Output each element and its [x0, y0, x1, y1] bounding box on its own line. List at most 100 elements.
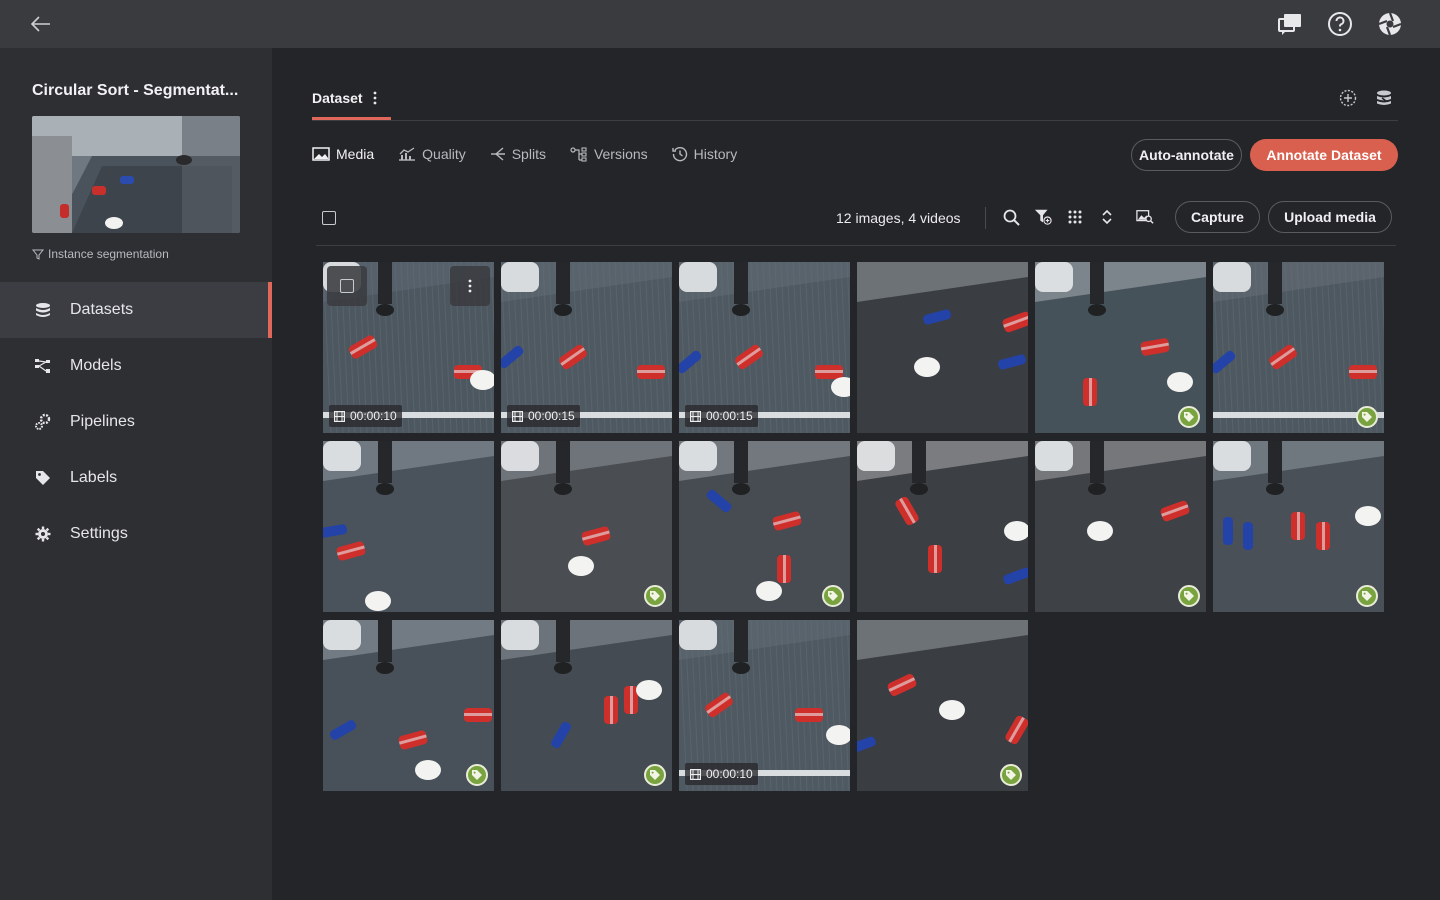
sidebar-item-settings[interactable]: Settings [0, 506, 272, 562]
image-icon [312, 147, 330, 161]
tab-label: Quality [422, 146, 466, 162]
upload-media-button[interactable]: Upload media [1268, 201, 1392, 233]
project-type-label: Instance segmentation [48, 247, 169, 261]
media-video-thumbnail[interactable]: 00:00:10 [679, 620, 850, 791]
thumbnail-scene [1213, 441, 1384, 612]
media-video-thumbnail[interactable]: 00:00:15 [679, 262, 850, 433]
label-icon [1184, 412, 1194, 422]
checkbox-box[interactable] [340, 279, 354, 293]
tab-history[interactable]: History [671, 146, 737, 162]
media-image-thumbnail[interactable] [1035, 441, 1206, 612]
database-icon [34, 301, 52, 319]
sort-icon[interactable] [1098, 206, 1116, 228]
media-video-thumbnail[interactable]: 00:00:15 [501, 262, 672, 433]
tab-label: Media [336, 146, 375, 162]
sidebar-item-datasets[interactable]: Datasets [0, 282, 272, 338]
sidebar-item-pipelines[interactable]: Pipelines [0, 394, 272, 450]
more-vertical-icon [468, 279, 472, 293]
thumbnail-scene [857, 441, 1028, 612]
annotated-tag-icon [1356, 406, 1378, 428]
annotated-tag-icon [1356, 585, 1378, 607]
label-icon [828, 591, 838, 601]
tab-label: Splits [511, 146, 546, 162]
grid-view-icon[interactable] [1066, 206, 1084, 228]
project-thumbnail [32, 116, 240, 233]
quality-chart-icon [399, 147, 416, 161]
top-bar [0, 0, 1440, 48]
video-duration-badge: 00:00:10 [685, 763, 758, 785]
thumbnail-scene [1035, 441, 1206, 612]
thumbnail-scene [1035, 262, 1206, 433]
media-image-thumbnail[interactable] [857, 262, 1028, 433]
label-icon [1006, 770, 1016, 780]
tab-versions[interactable]: Versions [570, 146, 648, 162]
annotated-tag-icon [822, 585, 844, 607]
thumbnail-scene [857, 620, 1028, 791]
media-image-thumbnail[interactable] [1035, 262, 1206, 433]
sidebar-item-label: Models [70, 357, 122, 374]
label-icon [650, 591, 660, 601]
media-image-thumbnail[interactable] [1213, 262, 1384, 433]
media-image-thumbnail[interactable] [501, 620, 672, 791]
dataset-name[interactable]: Dataset [312, 90, 363, 106]
annotated-tag-icon [466, 764, 488, 786]
film-icon [690, 768, 701, 780]
project-title: Circular Sort - Segmentat... [32, 82, 239, 99]
history-icon [671, 146, 687, 162]
media-image-thumbnail[interactable] [1213, 441, 1384, 612]
media-image-thumbnail[interactable] [501, 441, 672, 612]
video-duration: 00:00:15 [706, 409, 753, 423]
auto-annotate-button[interactable]: Auto-annotate [1131, 139, 1242, 171]
models-icon [34, 357, 52, 375]
tab-quality[interactable]: Quality [398, 146, 466, 162]
image-search-icon[interactable] [1136, 206, 1154, 228]
search-icon[interactable] [1002, 206, 1020, 228]
select-all-checkbox[interactable] [322, 211, 336, 225]
thumbnail-scene [501, 441, 672, 612]
media-image-thumbnail[interactable] [857, 620, 1028, 791]
sidebar-nav: Datasets Models Pipelines Labels Setting… [0, 282, 272, 562]
film-icon [690, 410, 701, 422]
versions-icon [570, 147, 587, 162]
thumbnail-scene [323, 441, 494, 612]
help-icon[interactable] [1326, 10, 1354, 38]
tab-media[interactable]: Media [312, 146, 374, 162]
dataset-header[interactable]: Dataset [312, 90, 377, 106]
filter-icon[interactable] [1034, 206, 1052, 228]
thumbnail-scene [679, 441, 850, 612]
tab-splits[interactable]: Splits [490, 146, 546, 162]
app-logo-icon[interactable] [1376, 10, 1404, 38]
media-image-thumbnail[interactable] [857, 441, 1028, 612]
annotate-dataset-button[interactable]: Annotate Dataset [1250, 139, 1398, 171]
project-type: Instance segmentation [32, 247, 169, 261]
feedback-icon[interactable] [1276, 10, 1304, 38]
annotated-tag-icon [644, 764, 666, 786]
media-image-thumbnail[interactable] [323, 620, 494, 791]
media-image-thumbnail[interactable] [323, 441, 494, 612]
video-duration-badge: 00:00:10 [329, 405, 402, 427]
media-grid: 00:00:10 00:00:15 00:00:15 00:00:10 [323, 262, 1393, 791]
media-video-thumbnail[interactable]: 00:00:10 [323, 262, 494, 433]
dataset-compare-icon[interactable] [1374, 88, 1394, 108]
video-duration: 00:00:10 [706, 767, 753, 781]
annotated-tag-icon [1178, 406, 1200, 428]
media-more-button[interactable] [450, 266, 490, 306]
split-icon [490, 147, 505, 161]
media-select-checkbox[interactable] [327, 266, 367, 306]
add-dataset-icon[interactable] [1338, 88, 1358, 108]
sidebar-item-labels[interactable]: Labels [0, 450, 272, 506]
sidebar-item-label: Pipelines [70, 413, 135, 430]
label-icon [1362, 412, 1372, 422]
video-duration-badge: 00:00:15 [685, 405, 758, 427]
label-icon [1362, 591, 1372, 601]
sidebar-item-models[interactable]: Models [0, 338, 272, 394]
back-arrow-icon[interactable] [28, 12, 54, 36]
more-vertical-icon[interactable] [373, 91, 377, 105]
film-icon [334, 410, 345, 422]
sidebar: Circular Sort - Segmentat... Instance se… [0, 48, 272, 900]
media-image-thumbnail[interactable] [679, 441, 850, 612]
gear-icon [34, 525, 52, 543]
thumbnail-scene [501, 620, 672, 791]
capture-button[interactable]: Capture [1175, 201, 1260, 233]
video-duration: 00:00:15 [528, 409, 575, 423]
